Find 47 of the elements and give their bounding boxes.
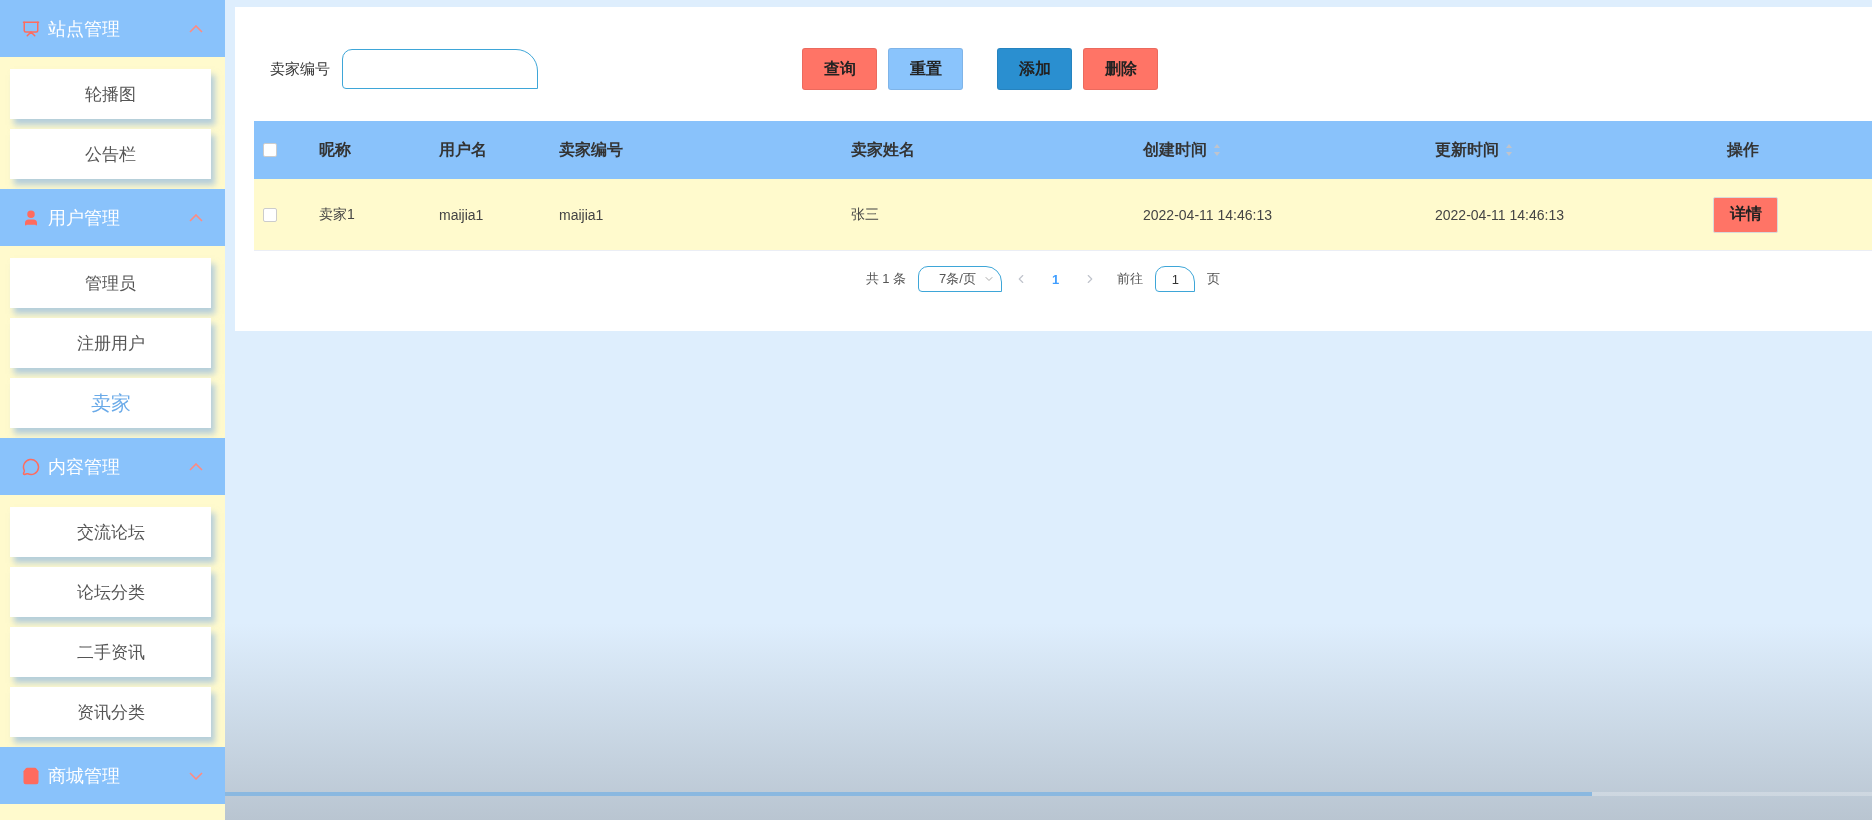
reset-button[interactable]: 重置 (888, 48, 963, 90)
menu-item[interactable]: 交流论坛 (10, 507, 211, 557)
select-all-checkbox[interactable] (263, 143, 277, 157)
table-cell-text: 2022-04-11 14:46:13 (1434, 206, 1565, 223)
menu-item[interactable]: 公告栏 (10, 129, 211, 179)
table-cell-text: maijia1 (558, 206, 605, 223)
chat-icon (22, 457, 40, 476)
menu-item[interactable]: 注册用户 (10, 318, 211, 368)
search-field[interactable] (342, 49, 538, 89)
column-header: 卖家编号 (558, 139, 624, 160)
user-icon (22, 208, 40, 227)
table-cell-text: maijia1 (438, 206, 485, 223)
menu-item[interactable]: 论坛分类 (10, 567, 211, 617)
page-suffix: 页 (1207, 270, 1221, 288)
field-label: 卖家编号 (270, 59, 330, 79)
add-button[interactable]: 添加 (997, 48, 1072, 90)
column-header[interactable]: 更新时间 (1416, 139, 1708, 161)
query-button[interactable]: 查询 (802, 48, 877, 90)
row-checkbox[interactable] (263, 207, 277, 222)
menu-item[interactable]: 管理员 (10, 258, 211, 308)
details-button[interactable]: 详情 (1713, 196, 1778, 233)
delete-button[interactable]: 删除 (1083, 48, 1158, 90)
column-header: 操作 (1725, 139, 1760, 160)
table-cell-text: 2022-04-11 14:46:13 (1142, 206, 1273, 223)
column-header: 昵称 (318, 139, 352, 160)
column-header: 用户名 (438, 139, 488, 160)
goto-page-field[interactable]: 1 (1155, 266, 1196, 292)
table-cell-text: 卖家1 (318, 205, 356, 224)
total-count: 共 1 条 (865, 270, 907, 288)
menu-item[interactable]: 二手资讯 (10, 627, 211, 677)
video-progress-track[interactable] (225, 792, 1872, 796)
table-cell-text: 张三 (850, 205, 880, 224)
column-header: 卖家姓名 (850, 139, 916, 160)
menu-item[interactable]: 轮播图 (10, 69, 211, 119)
chevron-icon (189, 213, 203, 222)
page-size-select[interactable]: 7条/页 (918, 266, 1003, 292)
bag-icon (22, 766, 40, 785)
sort-icon[interactable] (1505, 143, 1513, 157)
goto-label: 前往 (1117, 270, 1144, 288)
board-icon (22, 19, 40, 38)
chevron-icon (189, 462, 203, 471)
video-progress-fill[interactable] (225, 792, 1592, 796)
column-header[interactable]: 创建时间 (1124, 139, 1416, 161)
menu-item[interactable]: 资讯分类 (10, 687, 211, 737)
chevron-icon (189, 771, 203, 780)
sort-icon[interactable] (1213, 143, 1221, 157)
chevron-icon (189, 24, 203, 33)
